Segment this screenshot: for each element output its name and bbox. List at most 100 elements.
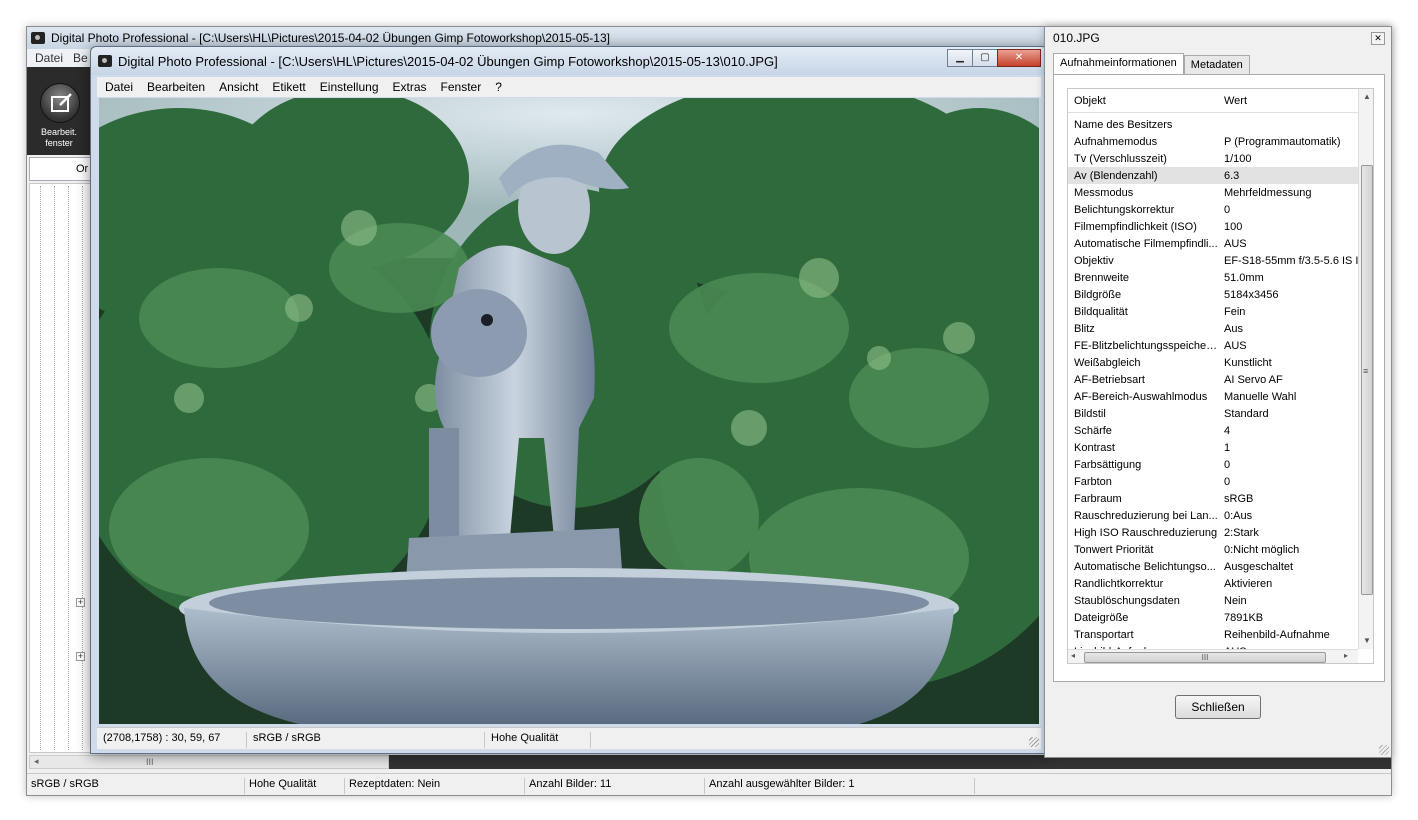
table-row[interactable]: Blitz Aus (1068, 320, 1358, 337)
row-key: Brennweite (1074, 271, 1130, 284)
row-key: High ISO Rauschreduzierung (1074, 526, 1218, 539)
minimize-button[interactable]: ▁ (947, 49, 973, 67)
edit-image-window: Digital Photo Professional - [C:\Users\H… (90, 46, 1048, 754)
table-row[interactable]: Tv (Verschlusszeit) 1/100 (1068, 150, 1358, 167)
status-color-space: sRGB / sRGB (27, 778, 245, 794)
scroll-left-arrow-icon[interactable]: ◂ (34, 756, 39, 766)
table-row[interactable]: Dateigröße 7891KB (1068, 609, 1358, 626)
photo-view[interactable] (99, 98, 1039, 724)
menu-einstellung[interactable]: Einstellung (320, 80, 379, 94)
table-row[interactable]: Filmempfindlichkeit (ISO) 100 (1068, 218, 1358, 235)
table-row[interactable]: Farbton 0 (1068, 473, 1358, 490)
row-value: Reihenbild-Aufnahme (1224, 628, 1330, 641)
row-value: Aktivieren (1224, 577, 1273, 590)
table-row[interactable]: AF-Bereich-Auswahlmodus Manuelle Wahl (1068, 388, 1358, 405)
edit-menubar: Datei Bearbeiten Ansicht Etikett Einstel… (97, 77, 1041, 97)
resize-grip-icon[interactable] (1379, 745, 1389, 755)
info-dialog-titlebar[interactable]: 010.JPG ✕ (1045, 27, 1391, 49)
dialog-close-icon[interactable]: ✕ (1371, 32, 1385, 45)
table-row[interactable]: Bildgröße 5184x3456 (1068, 286, 1358, 303)
table-row[interactable]: Av (Blendenzahl) 6.3 (1068, 167, 1358, 184)
main-menu-datei[interactable]: Datei (35, 51, 63, 65)
row-key: Aufnahmemodus (1074, 135, 1158, 148)
row-key: Farbsättigung (1074, 458, 1142, 471)
edit-window-title: Digital Photo Professional - [C:\Users\H… (118, 53, 778, 69)
row-value: 1 (1224, 441, 1231, 454)
column-objekt[interactable]: Objekt (1068, 95, 1218, 107)
main-toolbar: Bearbeit. fenster (27, 67, 91, 155)
table-row[interactable]: Brennweite 51.0mm (1068, 269, 1358, 286)
table-row[interactable]: Bildstil Standard (1068, 405, 1358, 422)
tree-expand-icon[interactable]: + (76, 598, 85, 607)
row-key: Transportart (1074, 628, 1134, 641)
scroll-left-arrow-icon[interactable]: ◂ (1071, 651, 1075, 660)
scroll-up-arrow-icon[interactable]: ▲ (1359, 89, 1373, 105)
close-window-button[interactable]: ✕ (997, 49, 1041, 67)
folder-tree[interactable]: + + (29, 183, 91, 753)
info-vertical-scrollbar[interactable]: ▲ ≡ ▼ (1358, 89, 1373, 649)
scroll-grip: III (146, 757, 154, 767)
table-row[interactable]: Weißabgleich Kunstlicht (1068, 354, 1358, 371)
menu-datei[interactable]: Datei (105, 80, 133, 94)
close-button[interactable]: Schließen (1175, 695, 1261, 719)
main-horizontal-scrollbar[interactable]: ◂ III (29, 755, 389, 769)
table-row[interactable]: AF-Betriebsart AI Servo AF (1068, 371, 1358, 388)
row-key: AF-Betriebsart (1074, 373, 1145, 386)
table-row[interactable]: Aufnahmemodus P (Programmautomatik) (1068, 133, 1358, 150)
maximize-button[interactable]: ▢ (972, 49, 998, 67)
row-key: Farbraum (1074, 492, 1122, 505)
row-key: Dateigröße (1074, 611, 1129, 624)
scroll-down-arrow-icon[interactable]: ▼ (1359, 633, 1373, 649)
table-row[interactable]: Bildqualität Fein (1068, 303, 1358, 320)
table-row[interactable]: Automatische Belichtungso... Ausgeschalte… (1068, 558, 1358, 575)
edit-statusbar: (2708,1758) : 30, 59, 67 sRGB / sRGB Hoh… (97, 727, 1041, 749)
menu-ansicht[interactable]: Ansicht (219, 80, 258, 94)
table-row[interactable]: Farbsättigung 0 (1068, 456, 1358, 473)
info-dialog: 010.JPG ✕ Aufnahmeinformationen Metadate… (1044, 26, 1392, 758)
shooting-info-table: Objekt Wert Name des Besitzers Aufnahmemo… (1067, 88, 1374, 664)
table-row[interactable]: Farbraum sRGB (1068, 490, 1358, 507)
row-key: Name des Besitzers (1074, 118, 1173, 131)
table-row[interactable]: Tonwert Priorität 0:Nicht möglich (1068, 541, 1358, 558)
table-row[interactable]: Belichtungskorrektur 0 (1068, 201, 1358, 218)
table-row[interactable]: Staublöschungsdaten Nein (1068, 592, 1358, 609)
main-menu-bearbeiten[interactable]: Be (73, 51, 88, 65)
camera-icon (98, 55, 112, 67)
row-key: Farbton (1074, 475, 1112, 488)
row-value: 51.0mm (1224, 271, 1264, 284)
status-image-count: Anzahl Bilder: 11 (525, 778, 705, 794)
column-wert[interactable]: Wert (1218, 95, 1358, 107)
scroll-right-arrow-icon[interactable]: ▸ (1344, 651, 1348, 660)
table-row[interactable]: FE-Blitzbelichtungsspeicher... AUS (1068, 337, 1358, 354)
table-header: Objekt Wert (1068, 89, 1358, 113)
table-row[interactable]: Automatische Filmempfindli... AUS (1068, 235, 1358, 252)
table-row[interactable]: Rauschreduzierung bei Lan... 0:Aus (1068, 507, 1358, 524)
table-row[interactable]: Schärfe 4 (1068, 422, 1358, 439)
tab-aufnahmeinformationen[interactable]: Aufnahmeinformationen (1053, 53, 1184, 75)
tab-metadaten[interactable]: Metadaten (1183, 55, 1250, 75)
row-value: Mehrfeldmessung (1224, 186, 1312, 199)
menu-bearbeiten[interactable]: Bearbeiten (147, 80, 205, 94)
row-key: Bildqualität (1074, 305, 1128, 318)
table-row[interactable]: High ISO Rauschreduzierung 2:Stark (1068, 524, 1358, 541)
tree-expand-icon[interactable]: + (76, 652, 85, 661)
menu-fenster[interactable]: Fenster (441, 80, 482, 94)
row-key: Automatische Belichtungso... (1074, 560, 1216, 573)
table-row[interactable]: Messmodus Mehrfeldmessung (1068, 184, 1358, 201)
edit-window-button[interactable]: Bearbeit. fenster (27, 67, 91, 155)
resize-grip-icon[interactable] (1029, 737, 1039, 747)
table-row[interactable]: Randlichtkorrektur Aktivieren (1068, 575, 1358, 592)
table-row[interactable]: Kontrast 1 (1068, 439, 1358, 456)
menu-etikett[interactable]: Etikett (272, 80, 305, 94)
row-value: Nein (1224, 594, 1247, 607)
vertical-scroll-thumb[interactable]: ≡ (1361, 165, 1373, 595)
info-horizontal-scrollbar[interactable]: ◂ III ▸ (1068, 649, 1358, 663)
table-row[interactable]: Name des Besitzers (1068, 116, 1358, 133)
scroll-grip: ≡ (1363, 366, 1369, 376)
menu-help[interactable]: ? (495, 80, 502, 94)
edit-window-titlebar[interactable]: Digital Photo Professional - [C:\Users\H… (91, 47, 1047, 75)
menu-extras[interactable]: Extras (393, 80, 427, 94)
table-row[interactable]: Objektiv EF-S18-55mm f/3.5-5.6 IS I (1068, 252, 1358, 269)
table-row[interactable]: Transportart Reihenbild-Aufnahme (1068, 626, 1358, 643)
horizontal-scroll-thumb[interactable]: III (1084, 652, 1326, 663)
